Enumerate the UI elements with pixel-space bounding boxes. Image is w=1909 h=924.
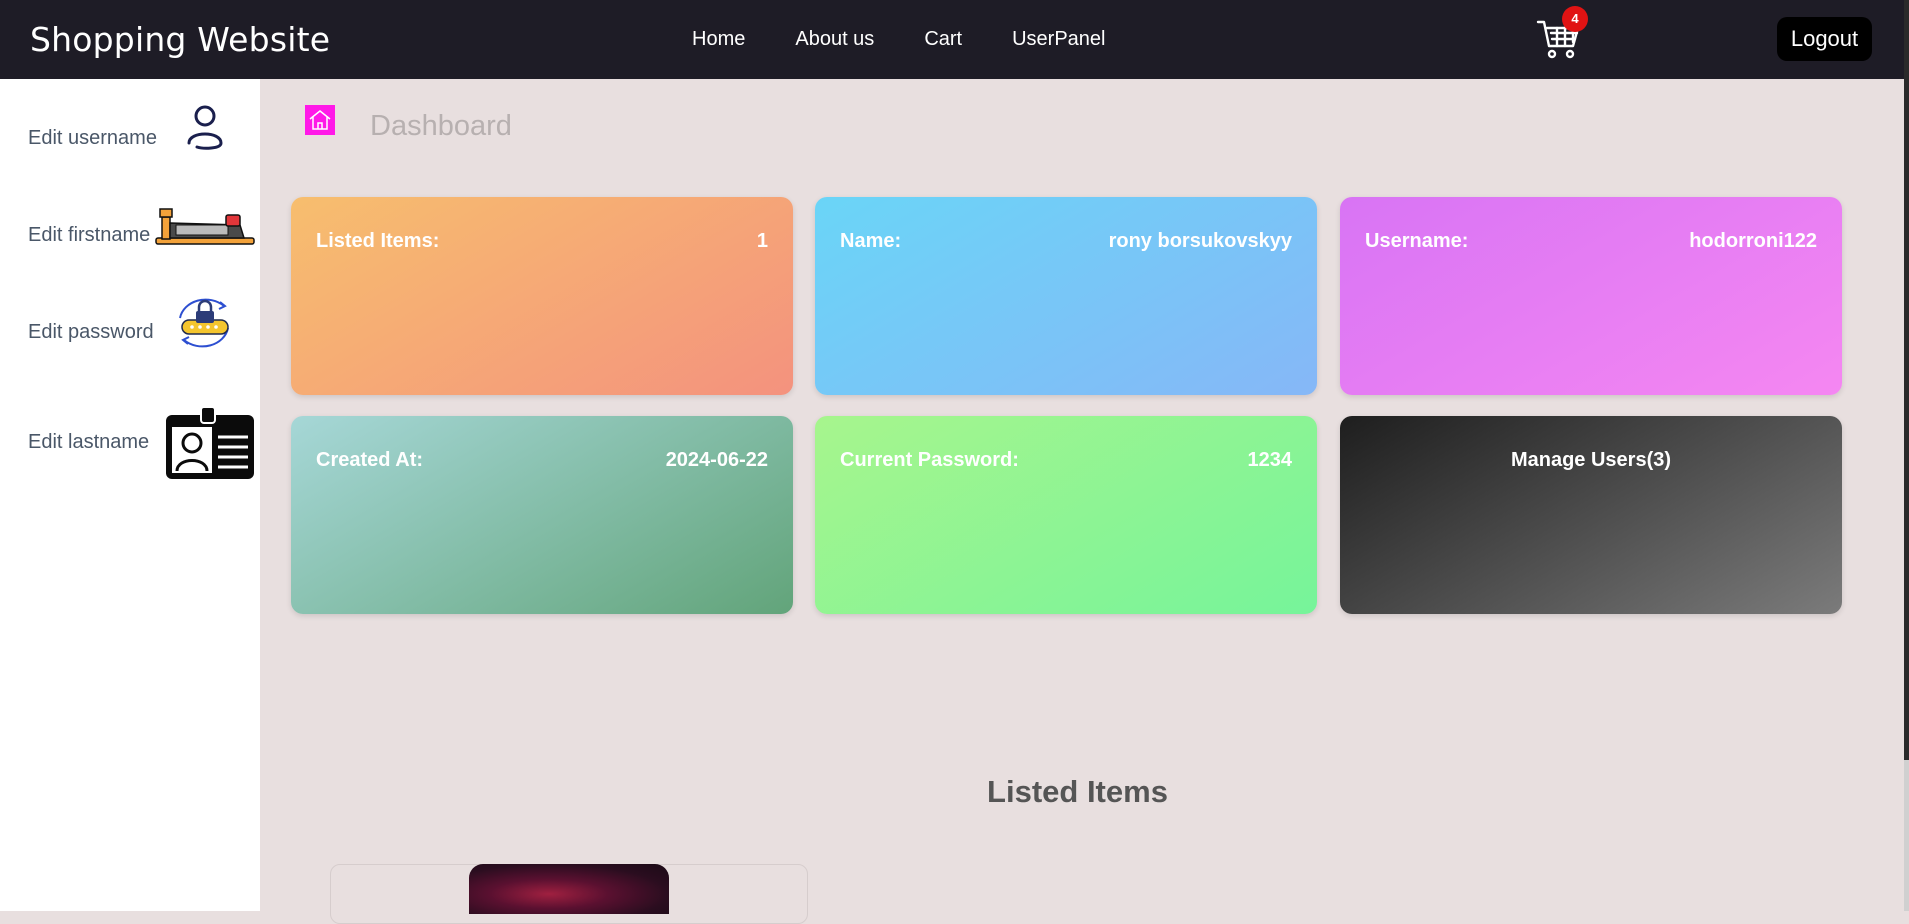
user-icon[interactable]	[183, 103, 227, 153]
password-lock-icon[interactable]	[172, 296, 236, 350]
page-title: Dashboard	[370, 110, 512, 142]
nav-cart-link[interactable]: Cart	[924, 28, 962, 51]
card-label: Username:	[1365, 230, 1469, 252]
top-navbar: Shopping Website Home About us Cart User…	[0, 0, 1904, 79]
nav-home-link[interactable]: Home	[692, 28, 745, 51]
created-at-card[interactable]: Created At: 2024-06-22	[291, 416, 793, 614]
nav-links: Home About us Cart UserPanel	[692, 28, 1156, 51]
manage-users-card[interactable]: Manage Users(3)	[1340, 416, 1842, 614]
id-card-icon[interactable]	[164, 405, 256, 481]
logout-button[interactable]: Logout	[1777, 17, 1872, 61]
nav-about-link[interactable]: About us	[795, 28, 874, 51]
sidebar-item-edit-lastname[interactable]: Edit lastname	[28, 431, 149, 454]
card-value: hodorroni122	[1689, 230, 1817, 252]
card-label: Listed Items:	[316, 230, 440, 252]
listed-items-card[interactable]: Listed Items: 1	[291, 197, 793, 395]
card-label: Manage Users(3)	[1510, 449, 1672, 471]
card-value: 2024-06-22	[665, 449, 768, 471]
card-label: Name:	[840, 230, 902, 252]
listed-items-heading: Listed Items	[987, 774, 1168, 809]
listed-item-image[interactable]	[469, 864, 669, 914]
card-value: rony borsukovskyy	[1108, 230, 1292, 252]
cart-count-badge: 4	[1562, 6, 1588, 32]
sidebar-item-edit-password[interactable]: Edit password	[28, 321, 154, 344]
card-label: Created At:	[316, 449, 424, 471]
card-label: Current Password:	[840, 449, 1019, 471]
scrollbar-thumb[interactable]	[1904, 0, 1909, 760]
name-card[interactable]: Name: rony borsukovskyy	[815, 197, 1317, 395]
card-value: 1234	[1247, 449, 1293, 471]
current-password-card[interactable]: Current Password: 1234	[815, 416, 1317, 614]
brand-title[interactable]: Shopping Website	[30, 20, 330, 59]
sidebar-item-edit-username[interactable]: Edit username	[28, 127, 157, 150]
sidebar-item-edit-firstname[interactable]: Edit firstname	[28, 224, 150, 247]
nav-userpanel-link[interactable]: UserPanel	[1012, 28, 1105, 51]
card-value: 1	[756, 230, 768, 252]
username-card[interactable]: Username: hodorroni122	[1340, 197, 1842, 395]
home-icon[interactable]	[305, 105, 335, 135]
name-tag-icon[interactable]	[154, 205, 256, 247]
